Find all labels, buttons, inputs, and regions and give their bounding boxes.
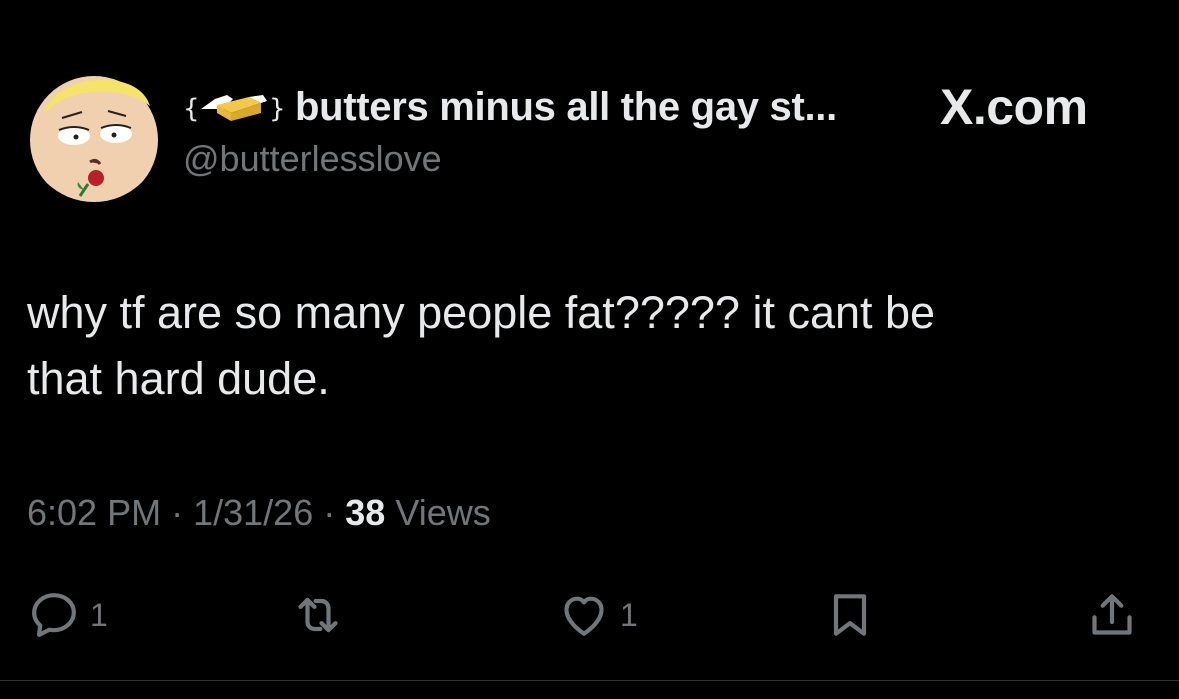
action-bar: 1 1 (0, 585, 1179, 645)
views-count: 38 (345, 492, 386, 533)
tweet-text-line: why tf are so many people fat????? it ca… (27, 287, 936, 338)
tweet-date[interactable]: 1/31/26 (193, 492, 313, 533)
reply-count: 1 (90, 596, 108, 633)
repost-icon (298, 597, 338, 633)
username-handle[interactable]: @butterlesslove (183, 138, 442, 180)
svg-text:{: { (183, 94, 200, 124)
share-button[interactable] (1084, 585, 1140, 645)
butter-emoji-icon: { } (183, 94, 286, 124)
views-label: Views (395, 492, 491, 533)
tweet-meta: 6:02 PM · 1/31/26 · 38 Views (27, 492, 491, 534)
bookmark-icon (833, 594, 867, 636)
reply-button[interactable]: 1 (26, 585, 108, 645)
tweet-text-line: that hard dude. (27, 353, 330, 404)
author-name-row[interactable]: { } butters minus all the gay st... (183, 82, 837, 132)
avatar-image (30, 76, 158, 202)
like-button[interactable]: 1 (556, 585, 638, 645)
like-count: 1 (620, 596, 638, 633)
avatar[interactable] (26, 66, 162, 202)
meta-separator: · (323, 492, 336, 533)
meta-separator: · (171, 492, 184, 533)
divider (0, 680, 1179, 681)
display-name[interactable]: butters minus all the gay st... (295, 85, 837, 130)
share-icon (1092, 594, 1132, 635)
bookmark-button[interactable] (822, 585, 878, 645)
reply-icon (32, 593, 76, 637)
tweet-time[interactable]: 6:02 PM (27, 492, 161, 533)
repost-button[interactable] (290, 585, 346, 645)
like-icon (564, 596, 604, 636)
tweet-text: why tf are so many people fat????? it ca… (27, 280, 1147, 412)
x-brand-logo: X.com (940, 79, 1088, 135)
svg-text:}: } (269, 94, 286, 124)
